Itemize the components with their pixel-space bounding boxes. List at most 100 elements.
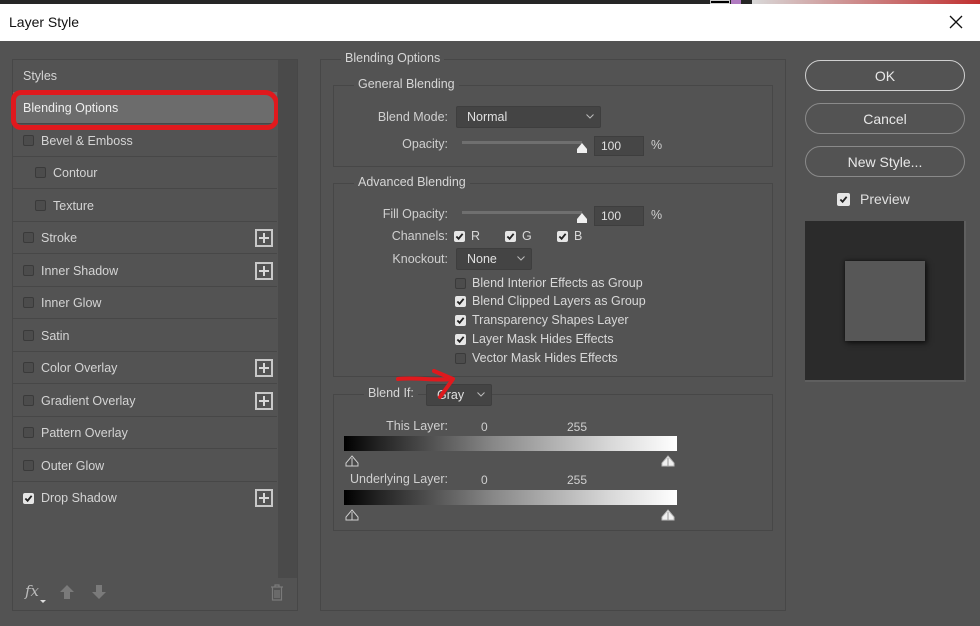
add-effect-plus-icon[interactable] <box>255 262 273 280</box>
checkbox[interactable] <box>23 362 34 373</box>
sidebar-item-blending-options[interactable]: Blending Options <box>13 92 277 124</box>
chevron-down-icon <box>517 256 525 261</box>
this-layer-gradient <box>344 436 677 451</box>
move-up-icon[interactable] <box>59 584 75 600</box>
new-style-button[interactable]: New Style... <box>805 146 965 177</box>
sidebar-item-label: Blending Options <box>23 100 119 115</box>
opacity-slider-thumb[interactable] <box>576 142 588 154</box>
checkbox[interactable] <box>35 200 46 211</box>
checkbox-checked[interactable] <box>557 230 568 242</box>
checkbox-checked[interactable] <box>837 192 850 206</box>
chevron-down-icon <box>477 392 485 397</box>
checkbox[interactable] <box>23 395 34 406</box>
underlying-layer-min: 0 <box>481 473 488 487</box>
add-effect-plus-icon[interactable] <box>255 229 273 247</box>
sidebar-item-label: Texture <box>53 198 94 213</box>
styles-header[interactable]: Styles <box>13 60 277 92</box>
checkmark-icon <box>558 232 567 240</box>
ok-button[interactable]: OK <box>805 60 965 91</box>
this-layer-white-thumb[interactable] <box>661 455 675 467</box>
fx-menu-icon[interactable]: fx <box>25 582 39 600</box>
blend-clipped-layers-checkbox[interactable]: Blend Clipped Layers as Group <box>455 294 646 308</box>
opacity-unit: % <box>651 138 663 152</box>
sidebar-item-inner-glow[interactable]: Inner Glow <box>13 287 277 319</box>
checkbox[interactable] <box>455 352 466 364</box>
blend-mode-label: Blend Mode: <box>377 110 448 124</box>
panel-title: Blending Options <box>341 51 445 65</box>
fill-opacity-input[interactable]: 100 <box>594 206 644 226</box>
sidebar-item-label: Drop Shadow <box>41 491 117 505</box>
checkmark-icon <box>456 297 465 305</box>
sidebar-item-texture[interactable]: Texture <box>13 190 277 222</box>
knockout-select[interactable]: None <box>456 248 532 270</box>
sidebar-item-satin[interactable]: Satin <box>13 320 277 352</box>
add-effect-plus-icon[interactable] <box>255 392 273 410</box>
channel-b-checkbox[interactable]: B <box>557 229 582 243</box>
styles-scrollbar[interactable] <box>278 60 297 578</box>
sidebar-item-drop-shadow[interactable]: Drop Shadow <box>13 482 277 514</box>
channel-g-checkbox[interactable]: G <box>505 229 532 243</box>
checkbox-checked[interactable] <box>455 295 466 307</box>
checkbox-checked[interactable] <box>505 230 516 242</box>
checkbox[interactable] <box>23 460 34 471</box>
checkbox[interactable] <box>23 232 34 243</box>
title-bar: Layer Style <box>0 4 980 41</box>
opacity-input[interactable]: 100 <box>594 136 644 156</box>
trash-icon[interactable] <box>270 583 284 601</box>
checkbox-checked[interactable] <box>455 314 466 326</box>
move-down-icon[interactable] <box>91 584 107 600</box>
add-effect-plus-icon[interactable] <box>255 359 273 377</box>
checkbox[interactable] <box>23 265 34 276</box>
blend-interior-effects-checkbox[interactable]: Blend Interior Effects as Group <box>455 276 643 290</box>
checkbox[interactable] <box>23 330 34 341</box>
cancel-button[interactable]: Cancel <box>805 103 965 134</box>
sidebar-item-stroke[interactable]: Stroke <box>13 222 277 254</box>
this-layer-max: 255 <box>567 420 588 434</box>
sidebar-item-pattern-overlay[interactable]: Pattern Overlay <box>13 417 277 449</box>
checkbox-checked[interactable] <box>23 492 34 504</box>
channel-r-checkbox[interactable]: R <box>454 229 480 243</box>
advanced-blending-group: Advanced Blending Fill Opacity: 100 % Ch… <box>333 175 773 377</box>
sidebar-item-label: Inner Glow <box>41 295 102 310</box>
fill-opacity-slider[interactable] <box>462 211 582 214</box>
checkbox-checked[interactable] <box>454 230 465 242</box>
underlying-layer-white-thumb[interactable] <box>661 509 675 521</box>
sidebar-item-bevel-emboss[interactable]: Bevel & Emboss <box>13 125 277 157</box>
opacity-slider[interactable] <box>462 141 582 144</box>
layer-mask-hides-effects-checkbox[interactable]: Layer Mask Hides Effects <box>455 332 614 346</box>
blend-if-select[interactable]: Gray <box>426 384 492 406</box>
sidebar-item-contour[interactable]: Contour <box>13 157 277 189</box>
window-title: Layer Style <box>9 14 80 30</box>
preview-checkbox[interactable]: Preview <box>837 191 910 207</box>
blend-mode-value: Normal <box>467 110 508 124</box>
option-label: Transparency Shapes Layer <box>472 313 629 327</box>
sidebar-item-label: Stroke <box>41 230 78 245</box>
fill-opacity-slider-thumb[interactable] <box>576 212 588 224</box>
preview-square <box>845 261 925 341</box>
checkbox[interactable] <box>35 167 46 178</box>
general-blending-group: General Blending Blend Mode: Normal Opac… <box>333 77 773 167</box>
sidebar-item-label: Gradient Overlay <box>41 393 136 408</box>
sidebar-item-gradient-overlay[interactable]: Gradient Overlay <box>13 385 277 417</box>
checkbox[interactable] <box>23 427 34 438</box>
sidebar-item-color-overlay[interactable]: Color Overlay <box>13 352 277 384</box>
sidebar-item-inner-shadow[interactable]: Inner Shadow <box>13 255 277 287</box>
checkmark-icon <box>839 195 848 203</box>
channel-label: R <box>471 229 481 243</box>
add-effect-plus-icon[interactable] <box>255 489 273 507</box>
this-layer-label: This Layer: <box>386 419 448 433</box>
underlying-layer-black-thumb[interactable] <box>345 509 359 521</box>
checkbox[interactable] <box>23 135 34 146</box>
vector-mask-hides-effects-checkbox[interactable]: Vector Mask Hides Effects <box>455 351 618 365</box>
layer-style-dialog: Styles Blending Options Bevel & Emboss C… <box>0 41 980 626</box>
checkbox[interactable] <box>23 297 34 308</box>
blend-if-group: Blend If: Gray This Layer: 0 255 Underly… <box>333 384 773 531</box>
this-layer-black-thumb[interactable] <box>345 455 359 467</box>
blend-mode-select[interactable]: Normal <box>456 106 601 128</box>
close-icon[interactable] <box>946 12 966 32</box>
checkbox-checked[interactable] <box>455 333 466 345</box>
blending-options-panel: Blending Options General Blending Blend … <box>320 51 786 611</box>
checkbox[interactable] <box>455 277 466 289</box>
sidebar-item-outer-glow[interactable]: Outer Glow <box>13 450 277 482</box>
transparency-shapes-layer-checkbox[interactable]: Transparency Shapes Layer <box>455 313 629 327</box>
